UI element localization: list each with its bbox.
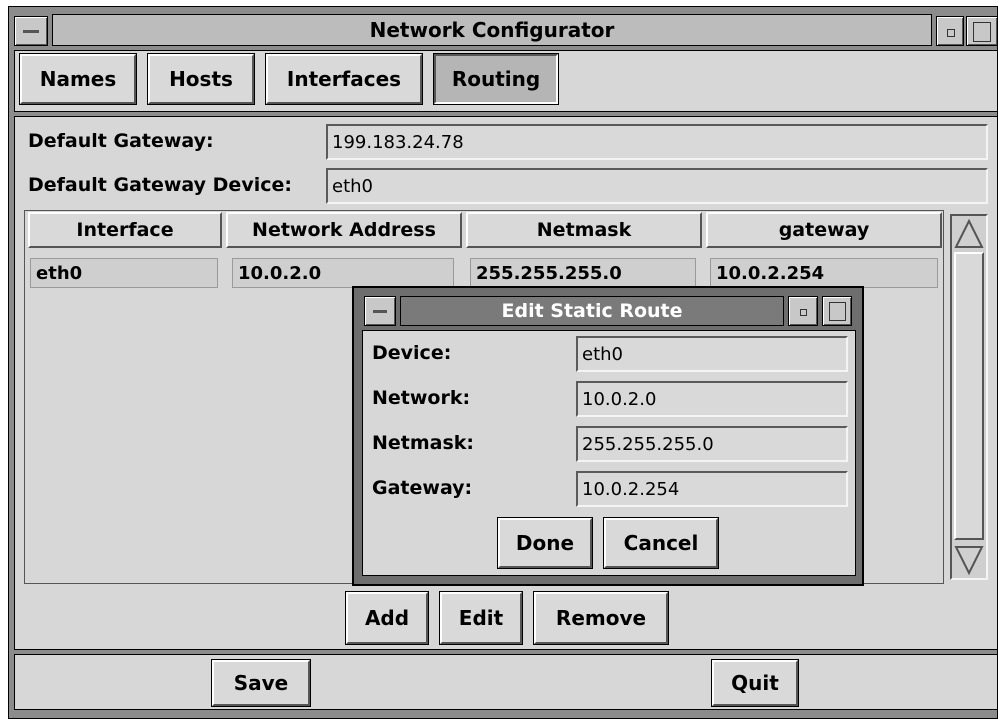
dialog-maximize-button[interactable]	[822, 296, 852, 326]
gateway-input[interactable]: 10.0.2.254	[576, 471, 848, 507]
maximize-icon	[829, 302, 846, 321]
scroll-up-arrow-icon[interactable]	[954, 218, 984, 250]
window-menu-button[interactable]	[14, 16, 48, 46]
gateway-label: Gateway:	[372, 477, 473, 499]
default-gateway-label: Default Gateway:	[28, 130, 214, 152]
window-title: Network Configurator	[369, 18, 615, 42]
done-button[interactable]: Done	[497, 517, 593, 569]
bottom-bar	[14, 654, 998, 710]
quit-button[interactable]: Quit	[711, 659, 799, 707]
default-gateway-device-input[interactable]: eth0	[326, 168, 988, 204]
remove-route-button[interactable]: Remove	[533, 591, 669, 645]
dialog-minimize-button[interactable]	[788, 296, 818, 326]
table-cell-interface[interactable]: eth0	[30, 258, 218, 288]
minus-icon	[23, 30, 39, 33]
tab-hosts[interactable]: Hosts	[147, 53, 255, 105]
table-cell-network-address[interactable]: 10.0.2.0	[232, 258, 454, 288]
netmask-label: Netmask:	[372, 432, 475, 454]
device-input[interactable]: eth0	[576, 336, 848, 372]
minus-icon	[373, 310, 387, 313]
minimize-icon	[947, 29, 955, 37]
table-cell-gateway[interactable]: 10.0.2.254	[710, 258, 938, 288]
column-header-interface[interactable]: Interface	[28, 212, 222, 248]
table-cell-netmask[interactable]: 255.255.255.0	[470, 258, 696, 288]
tab-interfaces[interactable]: Interfaces	[265, 53, 423, 105]
dialog-menu-button[interactable]	[364, 296, 396, 326]
device-label: Device:	[372, 342, 452, 364]
default-gateway-input[interactable]: 199.183.24.78	[326, 124, 988, 160]
column-header-network-address[interactable]: Network Address	[226, 212, 462, 248]
add-route-button[interactable]: Add	[345, 591, 429, 645]
tab-routing[interactable]: Routing	[433, 53, 559, 105]
window-titlebar[interactable]: Network Configurator	[52, 14, 932, 46]
cancel-button[interactable]: Cancel	[603, 517, 719, 569]
minimize-icon	[800, 309, 807, 316]
save-button[interactable]: Save	[211, 659, 311, 707]
edit-route-button[interactable]: Edit	[439, 591, 523, 645]
network-input[interactable]: 10.0.2.0	[576, 381, 848, 417]
scrollbar-thumb[interactable]	[954, 252, 984, 540]
column-header-gateway[interactable]: gateway	[706, 212, 942, 248]
scroll-down-arrow-icon[interactable]	[954, 544, 984, 576]
maximize-button[interactable]	[966, 16, 998, 46]
tab-names[interactable]: Names	[19, 53, 137, 105]
column-header-netmask[interactable]: Netmask	[466, 212, 702, 248]
dialog-title: Edit Static Route	[501, 300, 683, 322]
maximize-icon	[973, 22, 991, 42]
minimize-button[interactable]	[936, 16, 964, 46]
dialog-titlebar[interactable]: Edit Static Route	[400, 296, 784, 326]
network-label: Network:	[372, 387, 471, 409]
netmask-input[interactable]: 255.255.255.0	[576, 426, 848, 462]
default-gateway-device-label: Default Gateway Device:	[28, 174, 292, 196]
